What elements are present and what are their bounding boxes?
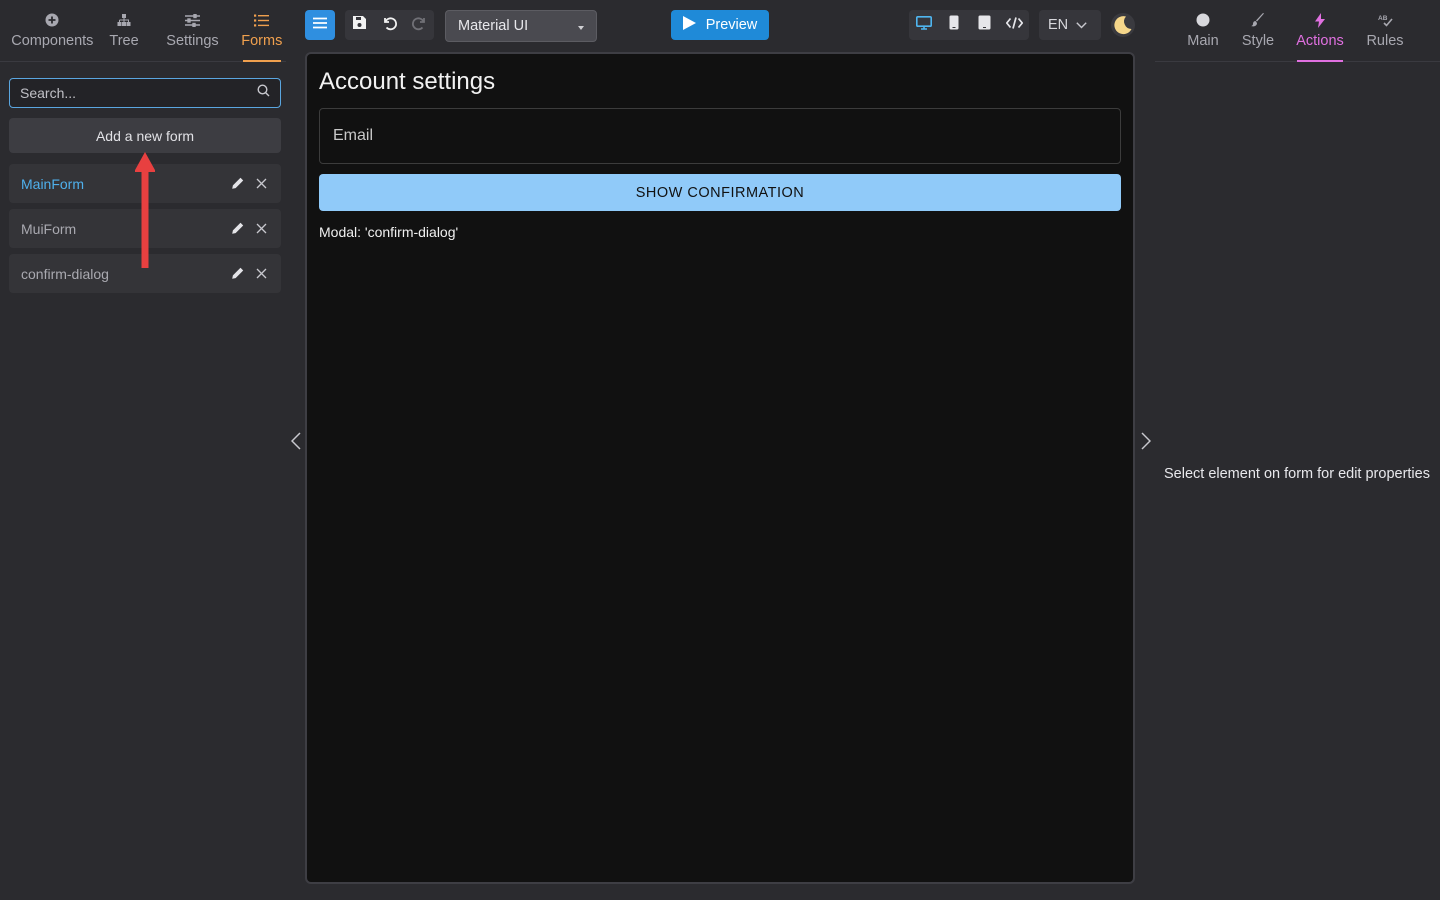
tab-tree-label: Tree bbox=[109, 33, 139, 49]
moon-icon bbox=[1110, 13, 1136, 42]
tab-rules[interactable]: AB Rules bbox=[1365, 0, 1405, 61]
search-input[interactable] bbox=[20, 85, 257, 101]
hamburger-icon bbox=[313, 16, 327, 34]
right-tabs: Main Style Actions AB Rules bbox=[1155, 0, 1440, 62]
caret-down-icon bbox=[578, 18, 584, 34]
device-switcher bbox=[909, 10, 1029, 40]
mobile-icon bbox=[949, 15, 959, 35]
tab-tree[interactable]: Tree bbox=[105, 0, 144, 61]
add-new-form-button[interactable]: Add a new form bbox=[9, 118, 281, 153]
tab-settings[interactable]: Settings bbox=[163, 0, 221, 61]
edit-pencil-icon[interactable] bbox=[229, 221, 245, 237]
save-icon bbox=[352, 15, 367, 35]
tab-forms-label: Forms bbox=[241, 33, 283, 49]
tab-style[interactable]: Style bbox=[1238, 0, 1278, 61]
form-item-label: confirm-dialog bbox=[21, 265, 109, 282]
ui-library-select[interactable]: Material UI bbox=[445, 10, 597, 42]
collapse-left-button[interactable] bbox=[288, 431, 304, 455]
brush-icon bbox=[1251, 12, 1265, 28]
tab-main-label: Main bbox=[1187, 33, 1219, 49]
save-button[interactable] bbox=[345, 10, 375, 40]
delete-close-icon[interactable] bbox=[253, 176, 269, 192]
tab-actions-label: Actions bbox=[1296, 33, 1344, 49]
desktop-icon bbox=[916, 15, 932, 35]
code-icon bbox=[1005, 16, 1023, 34]
mobile-view-button[interactable] bbox=[939, 10, 969, 40]
tablet-view-button[interactable] bbox=[969, 10, 999, 40]
tree-icon bbox=[117, 12, 131, 28]
edit-pencil-icon[interactable] bbox=[229, 266, 245, 282]
desktop-view-button[interactable] bbox=[909, 10, 939, 40]
undo-button[interactable] bbox=[375, 10, 405, 40]
tablet-icon bbox=[978, 15, 991, 35]
redo-button[interactable] bbox=[404, 10, 434, 40]
chevron-down-icon bbox=[1076, 17, 1087, 33]
chevron-left-icon bbox=[290, 431, 301, 455]
tab-rules-label: Rules bbox=[1366, 33, 1404, 49]
preview-label: Preview bbox=[705, 17, 758, 33]
tab-components[interactable]: Components bbox=[0, 0, 105, 61]
form-item-label: MuiForm bbox=[21, 220, 77, 237]
edit-pencil-icon[interactable] bbox=[229, 176, 245, 192]
ui-library-value: Material UI bbox=[458, 18, 529, 34]
properties-hint: Select element on form for edit properti… bbox=[1164, 466, 1430, 482]
code-view-button[interactable] bbox=[999, 10, 1029, 40]
preview-button[interactable]: Preview bbox=[671, 10, 769, 40]
form-title: Account settings bbox=[319, 68, 496, 95]
language-value: EN bbox=[1048, 17, 1069, 33]
circle-icon bbox=[1196, 12, 1210, 28]
collapse-right-button[interactable] bbox=[1138, 431, 1154, 455]
svg-text:AB: AB bbox=[1378, 15, 1388, 22]
left-tabs: Components Tree Settings Forms bbox=[0, 0, 286, 62]
list-icon bbox=[254, 12, 270, 28]
lightning-icon bbox=[1315, 12, 1325, 28]
chevron-right-icon bbox=[1141, 431, 1152, 455]
show-confirmation-button[interactable]: SHOW CONFIRMATION bbox=[319, 174, 1121, 211]
redo-icon bbox=[411, 15, 427, 36]
play-icon bbox=[682, 16, 696, 34]
search-icon[interactable] bbox=[257, 84, 270, 102]
sliders-icon bbox=[184, 12, 200, 28]
menu-toggle-button[interactable] bbox=[305, 10, 335, 40]
tab-settings-label: Settings bbox=[166, 33, 219, 49]
left-sidebar: Components Tree Settings Forms Add a new… bbox=[0, 0, 290, 900]
annotation-arrow-icon bbox=[135, 152, 155, 268]
language-select[interactable]: EN bbox=[1039, 10, 1101, 40]
delete-close-icon[interactable] bbox=[253, 221, 269, 237]
undo-icon bbox=[382, 15, 398, 36]
theme-toggle-button[interactable] bbox=[1110, 12, 1136, 38]
tab-main[interactable]: Main bbox=[1183, 0, 1223, 61]
form-item-label: MainForm bbox=[21, 175, 85, 192]
email-field bbox=[319, 108, 1121, 164]
email-input[interactable] bbox=[333, 127, 1107, 145]
tab-components-label: Components bbox=[11, 33, 94, 49]
modal-label: Modal: 'confirm-dialog' bbox=[319, 224, 459, 240]
tab-style-label: Style bbox=[1241, 33, 1275, 49]
tab-actions[interactable]: Actions bbox=[1295, 0, 1345, 61]
tab-forms[interactable]: Forms bbox=[238, 0, 286, 61]
delete-close-icon[interactable] bbox=[253, 266, 269, 282]
form-canvas: Account settings SHOW CONFIRMATION Modal… bbox=[305, 52, 1135, 884]
plus-circle-icon bbox=[45, 12, 59, 28]
spellcheck-icon: AB bbox=[1378, 12, 1393, 28]
search-box bbox=[9, 78, 281, 108]
file-actions-group bbox=[345, 10, 434, 40]
